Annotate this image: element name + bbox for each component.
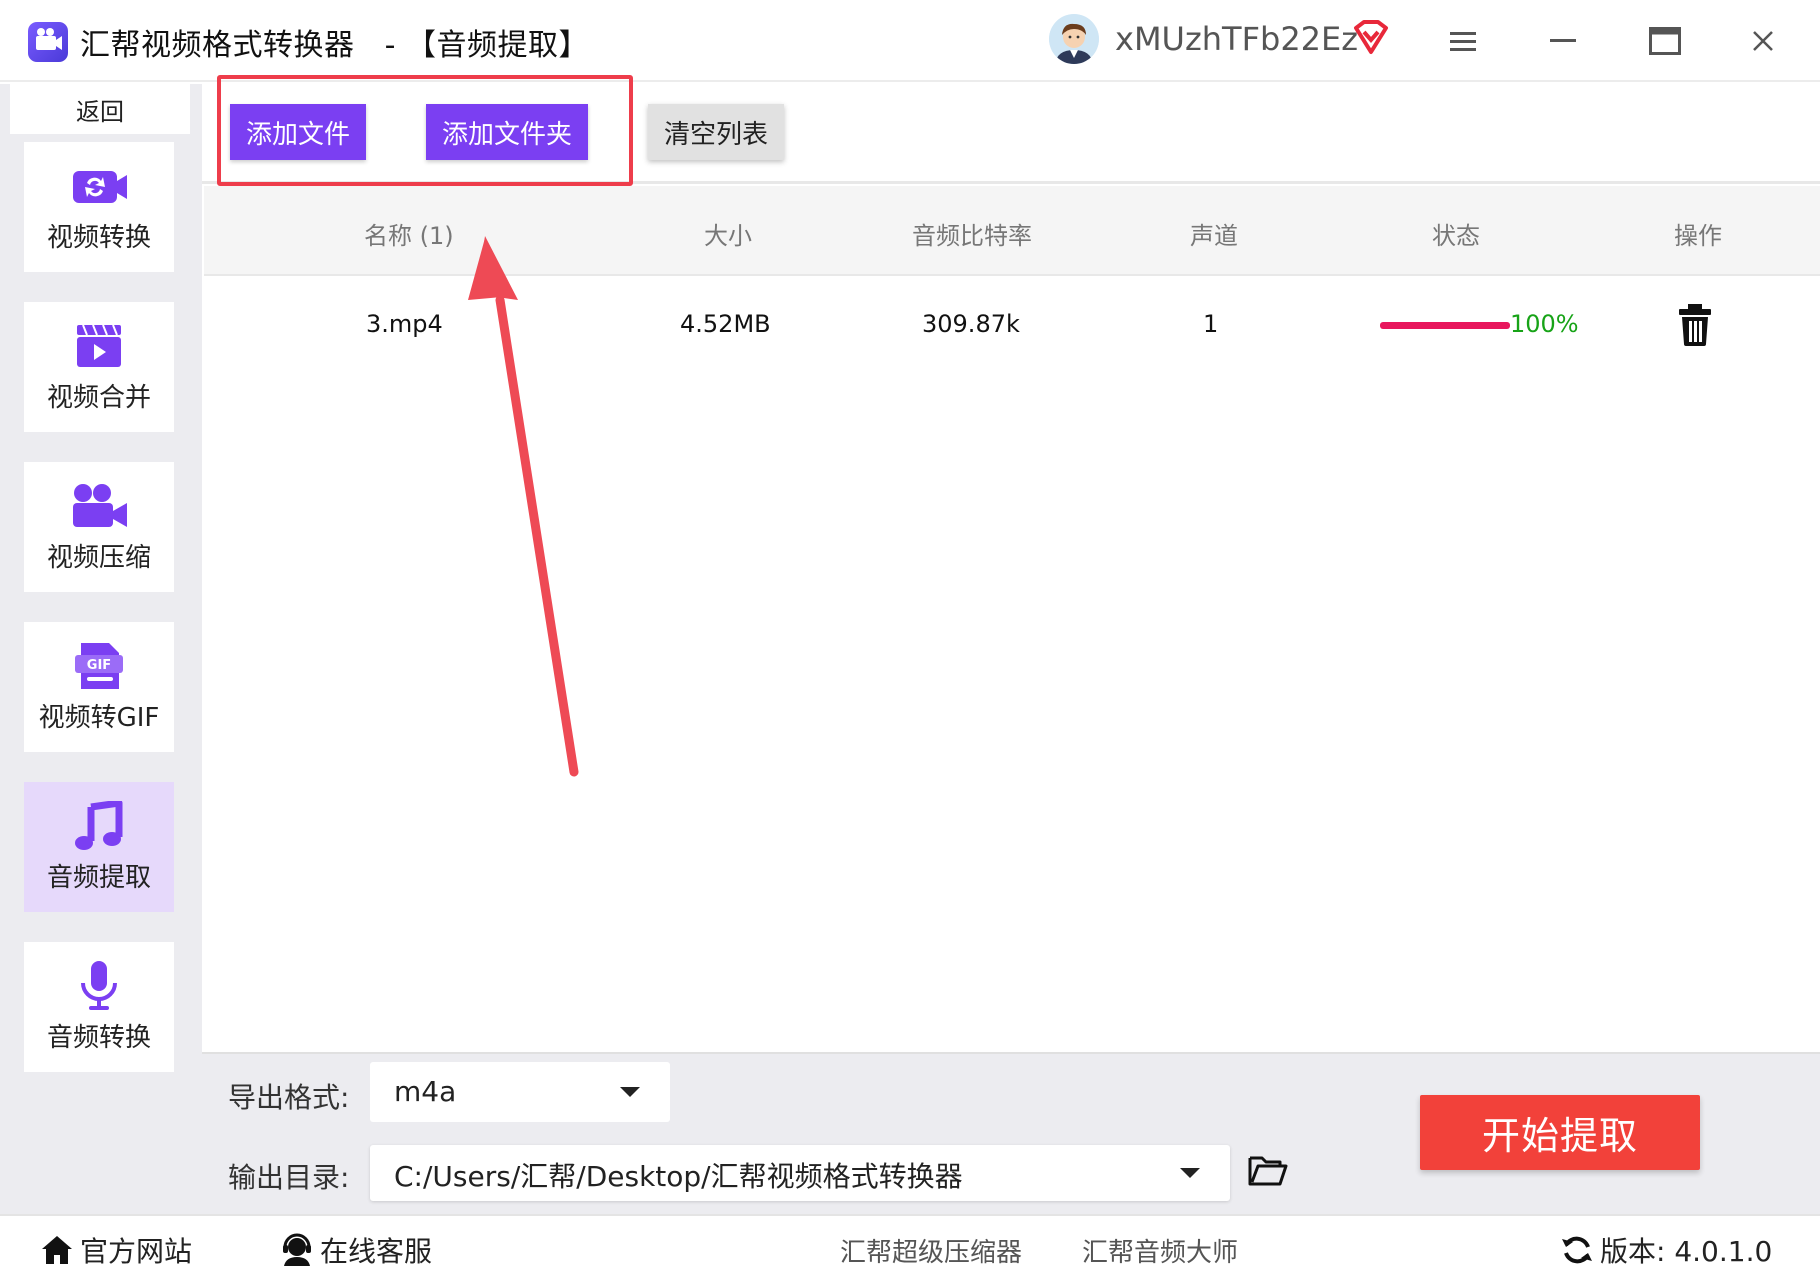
version-label: 版本: 4.0.1.0 — [1600, 1235, 1773, 1268]
video-compress-icon — [69, 481, 129, 531]
window-title: 汇帮视频格式转换器 - 【音频提取】 — [80, 28, 589, 63]
sidebar-item-video-merge[interactable]: 视频合并 — [24, 302, 174, 432]
back-button[interactable]: 返回 — [10, 84, 190, 134]
sidebar-item-gif[interactable]: GIF 视频转GIF — [24, 622, 174, 752]
home-icon — [42, 1236, 72, 1264]
chevron-down-icon — [1180, 1168, 1200, 1178]
output-dir-value: C:/Users/汇帮/Desktop/汇帮视频格式转换器 — [394, 1160, 963, 1193]
music-note-icon — [69, 799, 129, 851]
vip-icon[interactable] — [1352, 20, 1390, 56]
maximize-icon[interactable] — [1642, 18, 1688, 64]
support-label: 在线客服 — [320, 1235, 433, 1268]
progress-bar — [1380, 322, 1510, 329]
svg-text:GIF: GIF — [87, 658, 111, 673]
file-size: 4.52MB — [680, 310, 771, 338]
column-header-bitrate[interactable]: 音频比特率 — [912, 216, 1032, 251]
clear-list-button[interactable]: 清空列表 — [648, 104, 784, 160]
footer: 官方网站 在线客服 汇帮超级压缩器 汇帮音频大师 版本: 4.0.1.0 — [0, 1214, 1820, 1280]
microphone-icon — [69, 960, 129, 1011]
sidebar-item-label: 音频提取 — [46, 862, 151, 893]
highlight-annotation — [217, 75, 633, 186]
sidebar-item-label: 音频转换 — [46, 1022, 151, 1053]
column-header-status[interactable]: 状态 — [1432, 216, 1480, 251]
sidebar-item-audio-extract[interactable]: 音频提取 — [24, 782, 174, 912]
sidebar-item-label: 视频合并 — [46, 382, 151, 413]
sidebar-item-video-compress[interactable]: 视频压缩 — [24, 462, 174, 592]
official-website-link[interactable]: 官方网站 — [40, 1230, 192, 1270]
title-bar: 汇帮视频格式转换器 - 【音频提取】 xMUzhTFb22Ez — [0, 0, 1820, 82]
file-channels: 1 — [1203, 310, 1219, 338]
column-header-actions: 操作 — [1674, 222, 1722, 250]
minimize-icon[interactable] — [1540, 18, 1586, 64]
support-agent-icon — [283, 1233, 311, 1266]
video-convert-icon — [69, 161, 129, 211]
audio-master-link[interactable]: 汇帮音频大师 — [1082, 1232, 1238, 1269]
folder-open-icon[interactable] — [1248, 1152, 1288, 1188]
version-info[interactable]: 版本: 4.0.1.0 — [1560, 1230, 1772, 1270]
sidebar-item-label: 视频转换 — [46, 222, 151, 253]
file-bitrate: 309.87k — [922, 310, 1020, 338]
output-dir-label: 输出目录: — [228, 1161, 350, 1194]
format-value: m4a — [394, 1075, 457, 1108]
close-icon[interactable] — [1740, 18, 1786, 64]
table-header: 名称 (1) 大小 音频比特率 声道 状态 操作 — [204, 186, 1820, 276]
gif-icon: GIF — [69, 641, 129, 691]
sidebar: 返回 视频转换 视频合并 视频压缩 GIF 视频转GIF 音频提取 音频转换 — [0, 84, 202, 1214]
avatar[interactable] — [1049, 14, 1099, 64]
delete-icon[interactable] — [1678, 304, 1712, 346]
app-logo-icon — [28, 22, 68, 62]
sidebar-item-label: 视频转GIF — [38, 702, 160, 733]
start-extract-button[interactable]: 开始提取 — [1420, 1095, 1700, 1170]
window-subtitle: - 【音频提取】 — [384, 28, 589, 63]
format-select[interactable]: m4a — [370, 1062, 670, 1122]
sidebar-item-video-convert[interactable]: 视频转换 — [24, 142, 174, 272]
column-header-size[interactable]: 大小 — [704, 216, 752, 251]
compressor-link[interactable]: 汇帮超级压缩器 — [840, 1232, 1022, 1269]
column-header-name[interactable]: 名称 (1) — [364, 216, 454, 251]
chevron-down-icon — [620, 1087, 640, 1097]
refresh-icon — [1562, 1236, 1592, 1264]
format-label: 导出格式: — [228, 1081, 350, 1114]
video-merge-icon — [69, 321, 129, 371]
sidebar-item-label: 视频压缩 — [46, 542, 151, 573]
output-dir-select[interactable]: C:/Users/汇帮/Desktop/汇帮视频格式转换器 — [370, 1145, 1230, 1201]
file-name: 3.mp4 — [366, 310, 443, 338]
column-header-channels[interactable]: 声道 — [1190, 216, 1238, 251]
website-label: 官方网站 — [80, 1235, 193, 1268]
username[interactable]: xMUzhTFb22Ez — [1115, 20, 1358, 58]
menu-icon[interactable] — [1440, 18, 1486, 64]
progress-text: 100% — [1510, 310, 1579, 338]
sidebar-item-audio-convert[interactable]: 音频转换 — [24, 942, 174, 1072]
online-support-link[interactable]: 在线客服 — [280, 1230, 432, 1270]
